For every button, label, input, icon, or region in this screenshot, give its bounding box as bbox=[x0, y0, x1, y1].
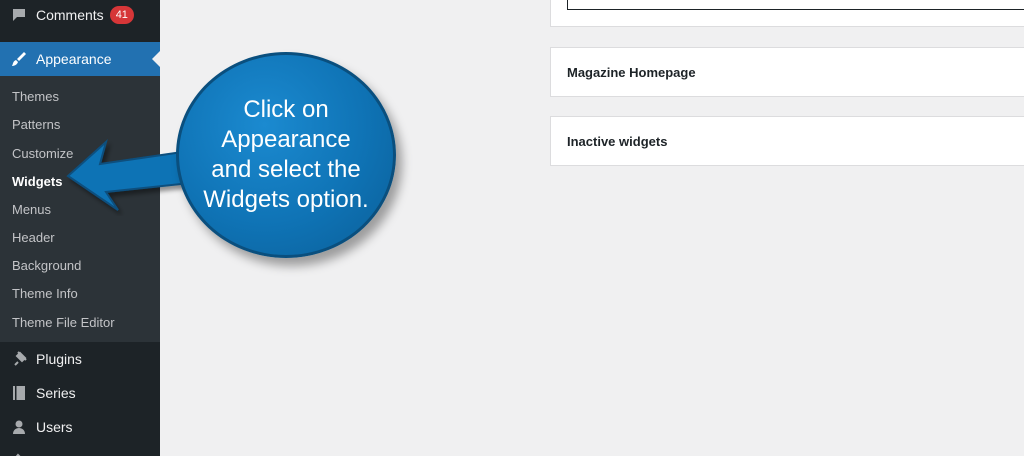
book-icon bbox=[10, 384, 28, 402]
submenu-item-background[interactable]: Background bbox=[12, 258, 81, 273]
callout-text: Click on Appearance and select the Widge… bbox=[203, 96, 369, 213]
instruction-callout: Click on Appearance and select the Widge… bbox=[176, 52, 396, 258]
sidebar-item-label: Plugins bbox=[36, 351, 82, 367]
submenu-item-theme-info[interactable]: Theme Info bbox=[12, 286, 78, 301]
submenu-item-themes[interactable]: Themes bbox=[12, 89, 59, 104]
comments-count-badge: 41 bbox=[109, 6, 134, 24]
sidebar-item-label: Comments bbox=[36, 7, 104, 23]
sidebar-item-label: Appearance bbox=[36, 51, 112, 67]
plugin-icon bbox=[10, 350, 28, 368]
sidebar-item-series[interactable]: Series bbox=[0, 376, 160, 410]
user-icon bbox=[10, 418, 28, 436]
admin-sidebar: Comments 41 Appearance Themes Patterns C… bbox=[0, 0, 160, 456]
sidebar-item-comments[interactable]: Comments 41 bbox=[0, 0, 160, 32]
tools-icon bbox=[10, 448, 26, 456]
comment-icon bbox=[10, 6, 28, 24]
sidebar-item-label: Users bbox=[36, 419, 73, 435]
sidebar-item-plugins[interactable]: Plugins bbox=[0, 342, 160, 376]
submenu-item-patterns[interactable]: Patterns bbox=[12, 117, 60, 132]
submenu-item-widgets[interactable]: Widgets bbox=[12, 174, 62, 189]
widget-area-title: Magazine Homepage bbox=[567, 64, 696, 80]
submenu-item-header[interactable]: Header bbox=[12, 230, 55, 245]
sidebar-item-users[interactable]: Users bbox=[0, 410, 160, 444]
widget-area-inactive-widgets[interactable]: Inactive widgets bbox=[550, 116, 1024, 166]
sidebar-item-label: Series bbox=[36, 385, 76, 401]
submenu-item-theme-file-editor[interactable]: Theme File Editor bbox=[12, 315, 115, 330]
widget-area-title: Inactive widgets bbox=[567, 133, 668, 149]
widget-area-top bbox=[550, 0, 1024, 27]
widget-area-magazine-homepage[interactable]: Magazine Homepage bbox=[550, 47, 1024, 97]
paintbrush-icon bbox=[10, 50, 28, 68]
widget-area-top-inner bbox=[567, 0, 1024, 10]
submenu-item-menus[interactable]: Menus bbox=[12, 202, 51, 217]
sidebar-item-appearance[interactable]: Appearance bbox=[0, 42, 160, 76]
